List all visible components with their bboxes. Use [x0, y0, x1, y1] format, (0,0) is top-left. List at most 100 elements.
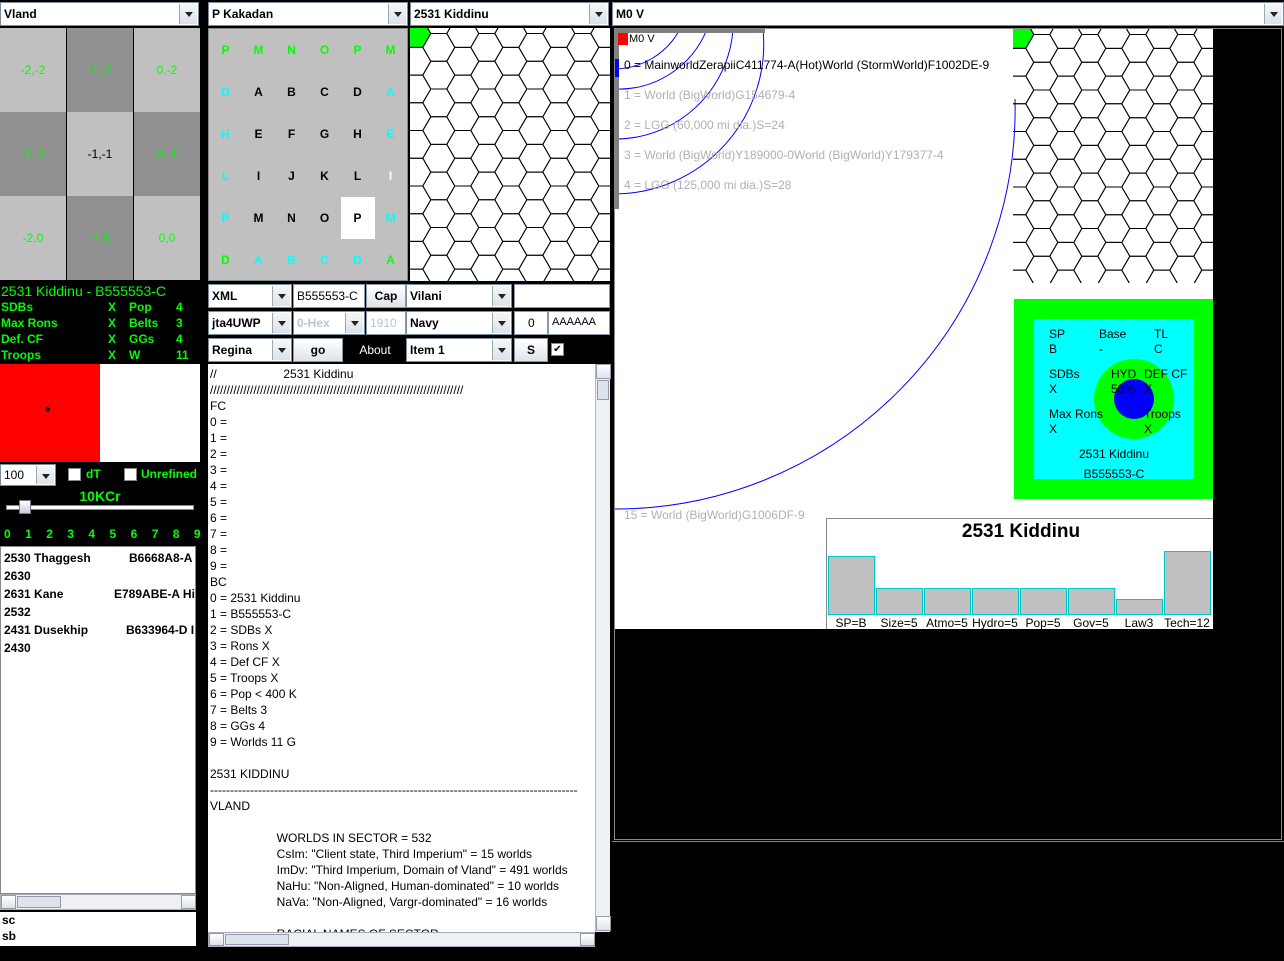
hex-cell[interactable] — [1097, 158, 1131, 188]
subsector-letter[interactable]: N — [275, 29, 308, 71]
hex-cell[interactable] — [542, 46, 576, 76]
hex-cell[interactable] — [1121, 172, 1155, 202]
hex-cell[interactable] — [518, 143, 552, 173]
chevron-down-icon[interactable] — [492, 340, 510, 360]
hex-cell[interactable] — [590, 28, 610, 48]
item-select[interactable]: Item 1 — [406, 338, 512, 362]
hex-cell[interactable] — [1013, 75, 1035, 105]
subsector-letter[interactable]: A — [242, 239, 275, 281]
scroll-left-icon[interactable] — [1, 895, 16, 909]
hex-cell[interactable] — [446, 185, 480, 215]
hex-cell[interactable] — [1013, 103, 1035, 132]
orbit-label[interactable]: M0 V — [629, 33, 655, 45]
hex-cell[interactable] — [590, 240, 610, 270]
hex-cell[interactable] — [542, 74, 576, 104]
cap-button[interactable]: Cap — [366, 284, 406, 308]
world-list-uwp[interactable]: E789ABE-A Hi — [114, 587, 195, 603]
hex-cell[interactable] — [1145, 47, 1179, 77]
hex-cell[interactable] — [590, 185, 610, 215]
subsector-letter[interactable]: C — [308, 71, 341, 113]
hex-cell[interactable] — [566, 199, 600, 228]
unrefined-checkbox[interactable] — [124, 468, 137, 481]
chevron-down-icon[interactable] — [272, 286, 290, 306]
system-orbit-view[interactable]: M0 V 0 = MainworldZerapiiC411774-A(Hot)Wo… — [615, 29, 1213, 629]
hex-cell[interactable] — [1025, 89, 1059, 119]
scroll-up-icon[interactable] — [596, 364, 611, 379]
hex-cell[interactable] — [1121, 61, 1155, 91]
text-vscroll[interactable] — [595, 364, 611, 932]
hex-cell[interactable] — [1097, 75, 1131, 105]
hex-cell[interactable] — [1049, 103, 1083, 132]
subsector-letter[interactable]: I — [242, 155, 275, 197]
hex-cell[interactable] — [542, 213, 576, 242]
hex-cell[interactable] — [1121, 228, 1155, 257]
hex-cell[interactable] — [1013, 131, 1035, 160]
sector-cell[interactable]: 0,-1 — [134, 112, 200, 196]
hex-cell[interactable] — [494, 185, 528, 215]
hex-cell[interactable] — [1145, 131, 1179, 160]
sector-select[interactable]: Vland — [0, 2, 199, 26]
subsector-letter[interactable]: E — [374, 113, 407, 155]
subsector-letter[interactable]: I — [374, 155, 407, 197]
sector-cell[interactable]: -2,0 — [0, 196, 66, 280]
hex-cell[interactable] — [470, 60, 504, 90]
sector-cell[interactable]: 0,-2 — [134, 28, 200, 112]
subsector-letter[interactable]: F — [275, 113, 308, 155]
hex-cell[interactable] — [1193, 29, 1213, 49]
sector-cell[interactable]: 0,0 — [134, 196, 200, 280]
world-list-name[interactable]: 2630 — [4, 569, 31, 585]
hex-cell[interactable] — [470, 227, 504, 256]
hex-cell[interactable] — [1025, 144, 1059, 174]
service-select[interactable]: Navy — [406, 311, 512, 335]
hex-cell[interactable] — [518, 227, 552, 256]
subsector-letter[interactable]: D — [341, 71, 374, 113]
text-hscroll[interactable] — [208, 932, 595, 947]
hex-cell[interactable] — [494, 240, 528, 270]
s-checkbox[interactable]: ✔ — [551, 343, 564, 356]
blank-field[interactable] — [514, 284, 610, 308]
hex-cell[interactable] — [470, 116, 504, 145]
subsector-letter[interactable]: H — [209, 113, 242, 155]
hex-cell[interactable] — [1073, 61, 1107, 91]
hex-cell[interactable] — [1073, 89, 1107, 119]
hex-cell[interactable] — [1013, 241, 1035, 271]
subsector-letter[interactable]: D — [209, 71, 242, 113]
world-list[interactable]: 2530 Thaggesh B6668A8-A 2630 2631 Kane E789A… — [0, 546, 196, 894]
output-text-area[interactable]: // 2531 Kiddinu /////////////////////////… — [208, 364, 595, 932]
detail-hex-canvas[interactable] — [1013, 29, 1213, 283]
hex-cell[interactable] — [1049, 158, 1083, 188]
hex-cell[interactable] — [1145, 241, 1179, 271]
hex-cell[interactable] — [1097, 103, 1131, 132]
world-list-hscroll[interactable] — [0, 894, 196, 910]
hex-cell[interactable] — [446, 102, 480, 131]
hex-cell[interactable] — [1013, 186, 1035, 216]
world-list-uwp[interactable]: B633964-D I — [126, 623, 194, 639]
chevron-down-icon[interactable] — [589, 4, 607, 24]
hex-cell[interactable] — [470, 199, 504, 228]
hex-cell[interactable] — [542, 102, 576, 131]
hex-cell[interactable] — [1193, 75, 1213, 105]
hex-cell[interactable] — [1049, 75, 1083, 105]
hex-cell[interactable] — [1169, 228, 1203, 257]
subsector-letter[interactable]: M — [242, 197, 275, 239]
hex-cell[interactable] — [410, 28, 432, 48]
subsector-letter[interactable]: A — [374, 239, 407, 281]
hex-cell[interactable] — [1121, 117, 1155, 146]
hex-cell[interactable] — [470, 88, 504, 118]
hex-cell[interactable] — [542, 28, 576, 48]
hex-cell[interactable] — [410, 74, 432, 104]
hex-option-select[interactable]: 0-Hex — [293, 311, 365, 335]
world-list-name[interactable]: 2431 Dusekhip — [4, 623, 88, 639]
hex-cell[interactable] — [1073, 228, 1107, 257]
hex-cell[interactable] — [566, 60, 600, 90]
hex-cell[interactable] — [1193, 186, 1213, 216]
hex-cell[interactable] — [1073, 172, 1107, 202]
hex-cell[interactable] — [446, 130, 480, 159]
hex-cell[interactable] — [422, 143, 456, 173]
subsector-letter[interactable]: A — [374, 71, 407, 113]
go-button[interactable]: go — [293, 338, 343, 362]
hex-cell[interactable] — [1145, 103, 1179, 132]
hex-cell[interactable] — [1097, 214, 1131, 243]
hex-cell[interactable] — [410, 185, 432, 215]
hex-cell[interactable] — [1193, 131, 1213, 160]
